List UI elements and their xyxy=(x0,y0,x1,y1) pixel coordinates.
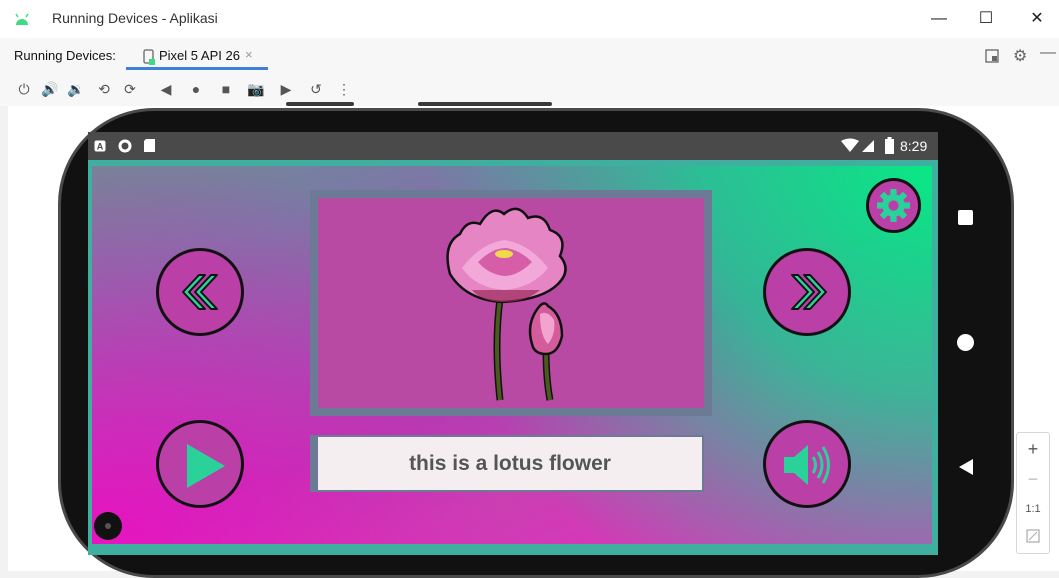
tab-close-icon[interactable]: × xyxy=(245,47,253,62)
double-chevron-left-icon xyxy=(182,274,218,310)
tab-active-indicator xyxy=(126,67,268,70)
svg-text:A: A xyxy=(97,142,104,152)
gear-icon xyxy=(877,189,910,222)
screen-record-icon[interactable]: ▶ xyxy=(276,79,296,99)
window-title: Running Devices - Aplikasi xyxy=(52,10,218,26)
home-icon[interactable]: ● xyxy=(186,79,206,99)
android-nav-bar xyxy=(938,160,996,555)
volume-up-icon[interactable]: 🔊 xyxy=(40,79,60,99)
layout-icon[interactable] xyxy=(985,49,999,63)
device-tab-bar: Running Devices: Pixel 5 API 26 × ⚙ — xyxy=(0,38,1059,73)
zoom-controls: + − 1:1 xyxy=(1016,432,1050,554)
maximize-button[interactable]: ☐ xyxy=(975,8,997,30)
flower-image-frame xyxy=(310,190,712,416)
android-icon xyxy=(15,13,29,25)
next-button[interactable] xyxy=(763,248,851,336)
app-settings-button[interactable] xyxy=(866,178,921,233)
caption-frame: this is a lotus flower xyxy=(310,435,704,492)
status-bar: A 8:29 xyxy=(88,132,938,160)
rotate-right-icon[interactable]: ⟳ xyxy=(120,79,140,99)
sound-button[interactable] xyxy=(763,420,851,508)
wifi-signal-icon xyxy=(841,138,874,152)
lotus-flower-image xyxy=(446,207,567,401)
fit-screen-icon[interactable] xyxy=(1026,529,1040,543)
back-nav-icon[interactable] xyxy=(958,458,974,476)
zoom-in-button[interactable]: + xyxy=(1017,439,1049,460)
overview-icon[interactable]: ■ xyxy=(216,79,236,99)
tab-pixel5[interactable]: Pixel 5 API 26 × xyxy=(126,42,268,70)
zoom-actual-size-button[interactable]: 1:1 xyxy=(1017,503,1049,515)
overview-nav-icon[interactable] xyxy=(958,210,973,225)
back-icon[interactable]: ◀ xyxy=(156,79,176,99)
settings-gear-icon[interactable]: ⚙ xyxy=(1013,46,1027,66)
hide-panel-icon[interactable]: — xyxy=(1040,44,1056,62)
sd-card-icon xyxy=(144,139,155,152)
rotate-left-icon[interactable]: ⟲ xyxy=(94,79,114,99)
play-button[interactable] xyxy=(156,420,244,508)
power-icon[interactable]: ⏻ xyxy=(14,79,34,99)
phone-side-button xyxy=(286,102,354,106)
previous-button[interactable] xyxy=(156,248,244,336)
double-chevron-right-icon xyxy=(791,274,827,310)
phone-side-button xyxy=(418,102,552,106)
tab-label: Pixel 5 API 26 xyxy=(159,48,240,63)
home-nav-icon[interactable] xyxy=(957,334,974,351)
close-button[interactable]: ✕ xyxy=(1026,8,1048,30)
caption-text: this is a lotus flower xyxy=(318,437,702,490)
play-icon xyxy=(187,444,225,488)
emulator-toolbar: ⏻ 🔊 🔉 ⟲ ⟳ ◀ ● ■ 📷 ▶ ↺ ⋮ xyxy=(0,72,1059,106)
volume-down-icon[interactable]: 🔉 xyxy=(66,79,86,99)
notification-a-icon: A xyxy=(94,140,106,152)
battery-icon xyxy=(885,137,894,154)
zoom-out-button[interactable]: − xyxy=(1017,469,1049,490)
screenshot-icon[interactable]: 📷 xyxy=(246,79,266,99)
minimize-button[interactable]: — xyxy=(928,8,950,30)
camera-lens xyxy=(94,512,122,540)
running-devices-label: Running Devices: xyxy=(14,48,116,63)
snapshot-icon[interactable]: ↺ xyxy=(306,79,326,99)
window-title-bar: Running Devices - Aplikasi — ☐ ✕ xyxy=(0,0,1059,39)
speaker-icon xyxy=(784,445,830,485)
more-icon[interactable]: ⋮ xyxy=(334,79,354,99)
circle-notification-icon xyxy=(118,139,132,153)
status-time: 8:29 xyxy=(900,138,928,154)
flower-image-panel xyxy=(318,198,704,408)
device-icon xyxy=(143,49,155,65)
